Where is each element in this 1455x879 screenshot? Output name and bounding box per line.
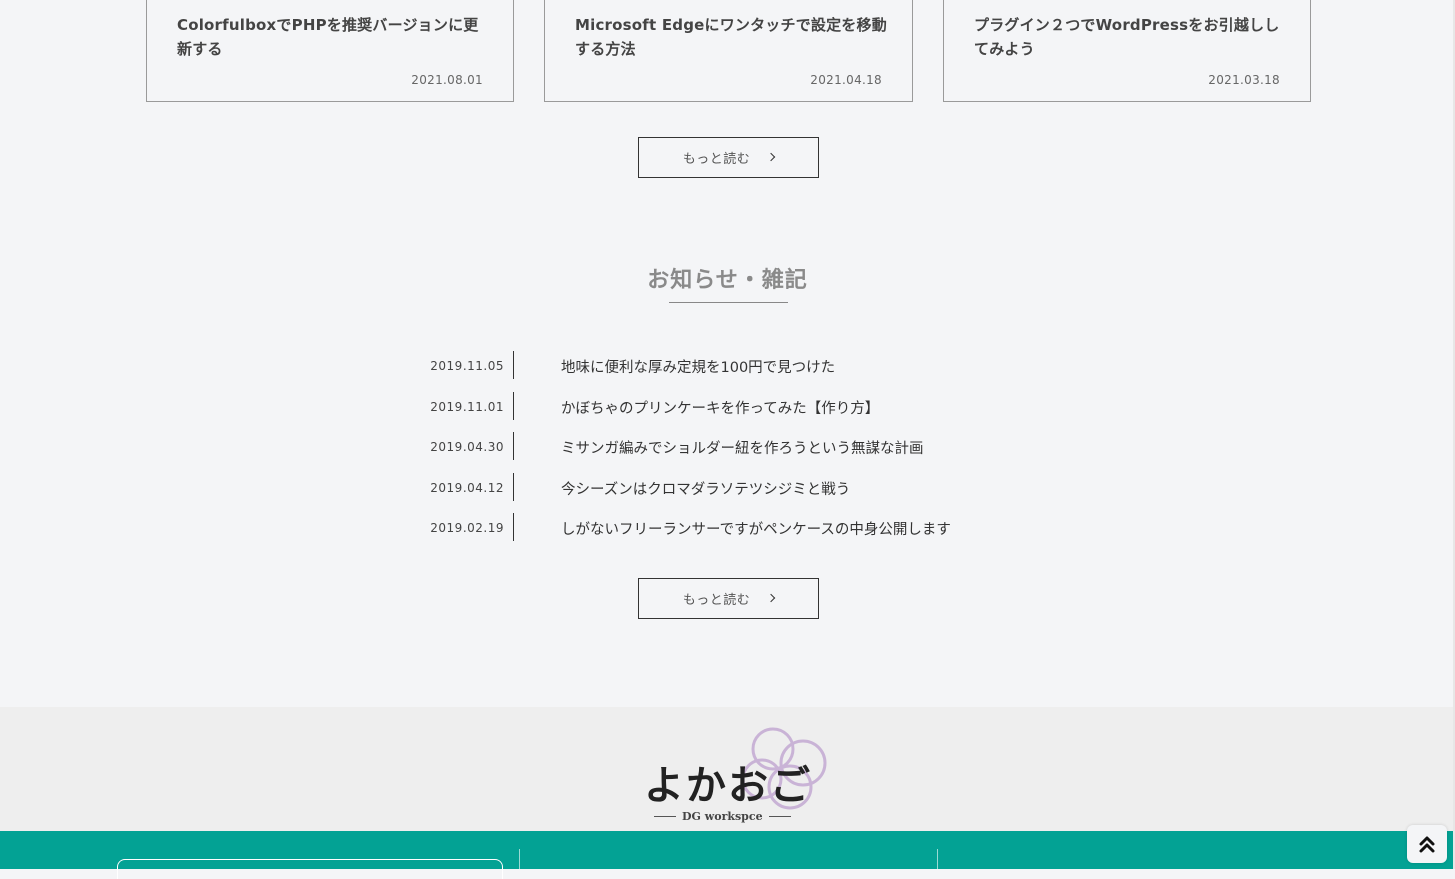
footer-widgets	[0, 831, 1455, 879]
news-divider	[513, 392, 514, 420]
news-item: 2019.04.30 ミサンガ編みでショルダー紐を作ろうという無謀な計画	[0, 432, 1455, 460]
post-card-date: 2021.08.01	[411, 73, 483, 87]
news-title-link[interactable]: しがないフリーランサーですがペンケースの中身公開します	[561, 518, 951, 539]
read-more-label: もっと読む	[682, 593, 751, 608]
news-date: 2019.11.05	[430, 359, 504, 373]
read-more-label: もっと読む	[682, 152, 751, 167]
post-card-title: ColorfulboxでPHPを推奨バージョンに更新する	[177, 16, 479, 58]
news-title-link[interactable]: 今シーズンはクロマダラソテツシジミと戦う	[561, 478, 850, 499]
news-divider	[513, 473, 514, 501]
news-date: 2019.04.12	[430, 481, 504, 495]
section-heading: お知らせ・雑記	[647, 268, 808, 293]
post-card-3[interactable]: プラグイン２つでWordPressをお引越ししてみよう 2021.03.18	[943, 0, 1311, 102]
news-date: 2019.11.01	[430, 400, 504, 414]
heading-underline	[669, 302, 788, 303]
blog-read-more-button[interactable]: もっと読む	[638, 137, 819, 178]
news-title-link[interactable]: ミサンガ編みでショルダー紐を作ろうという無謀な計画	[561, 437, 924, 458]
double-chevron-up-icon	[1419, 836, 1435, 853]
news-title-link[interactable]: 地味に便利な厚み定規を100円で見つけた	[561, 356, 835, 377]
post-card-2[interactable]: Microsoft Edgeにワンタッチで設定を移動する方法 2021.04.1…	[544, 0, 913, 102]
post-card-title: Microsoft Edgeにワンタッチで設定を移動する方法	[575, 16, 887, 58]
post-card-date: 2021.04.18	[810, 73, 882, 87]
post-card-date: 2021.03.18	[1208, 73, 1280, 87]
news-divider	[513, 432, 514, 460]
chevron-right-icon	[767, 593, 776, 602]
logo-line	[654, 816, 676, 817]
logo-subtitle-text: DG workspce	[682, 810, 763, 823]
footer-column-divider	[937, 849, 938, 869]
news-divider	[513, 513, 514, 541]
news-title-link[interactable]: かぼちゃのプリンケーキを作ってみた【作り方】	[561, 397, 879, 418]
back-to-top-button[interactable]	[1407, 825, 1447, 863]
news-read-more-button[interactable]: もっと読む	[638, 578, 819, 619]
site-logo[interactable]: よかおご DG workspce	[640, 725, 830, 823]
logo-text: よかおご	[644, 763, 812, 809]
news-divider	[513, 351, 514, 379]
news-item: 2019.11.05 地味に便利な厚み定規を100円で見つけた	[0, 351, 1455, 379]
logo-subtitle: DG workspce	[654, 810, 804, 823]
post-card-title: プラグイン２つでWordPressをお引越ししてみよう	[974, 16, 1280, 58]
footer-logo-band: よかおご DG workspce	[0, 707, 1455, 831]
news-item: 2019.04.12 今シーズンはクロマダラソテツシジミと戦う	[0, 473, 1455, 501]
news-item: 2019.02.19 しがないフリーランサーですがペンケースの中身公開します	[0, 513, 1455, 541]
chevron-right-icon	[767, 152, 776, 161]
news-date: 2019.04.30	[430, 440, 504, 454]
news-item: 2019.11.01 かぼちゃのプリンケーキを作ってみた【作り方】	[0, 392, 1455, 420]
related-posts: ColorfulboxでPHPを推奨バージョンに更新する 2021.08.01 …	[0, 0, 1455, 104]
news-date: 2019.02.19	[430, 521, 504, 535]
post-card-1[interactable]: ColorfulboxでPHPを推奨バージョンに更新する 2021.08.01	[146, 0, 514, 102]
footer-column-divider	[519, 849, 520, 869]
logo-line	[768, 816, 791, 817]
footer-widget-box	[117, 859, 503, 879]
